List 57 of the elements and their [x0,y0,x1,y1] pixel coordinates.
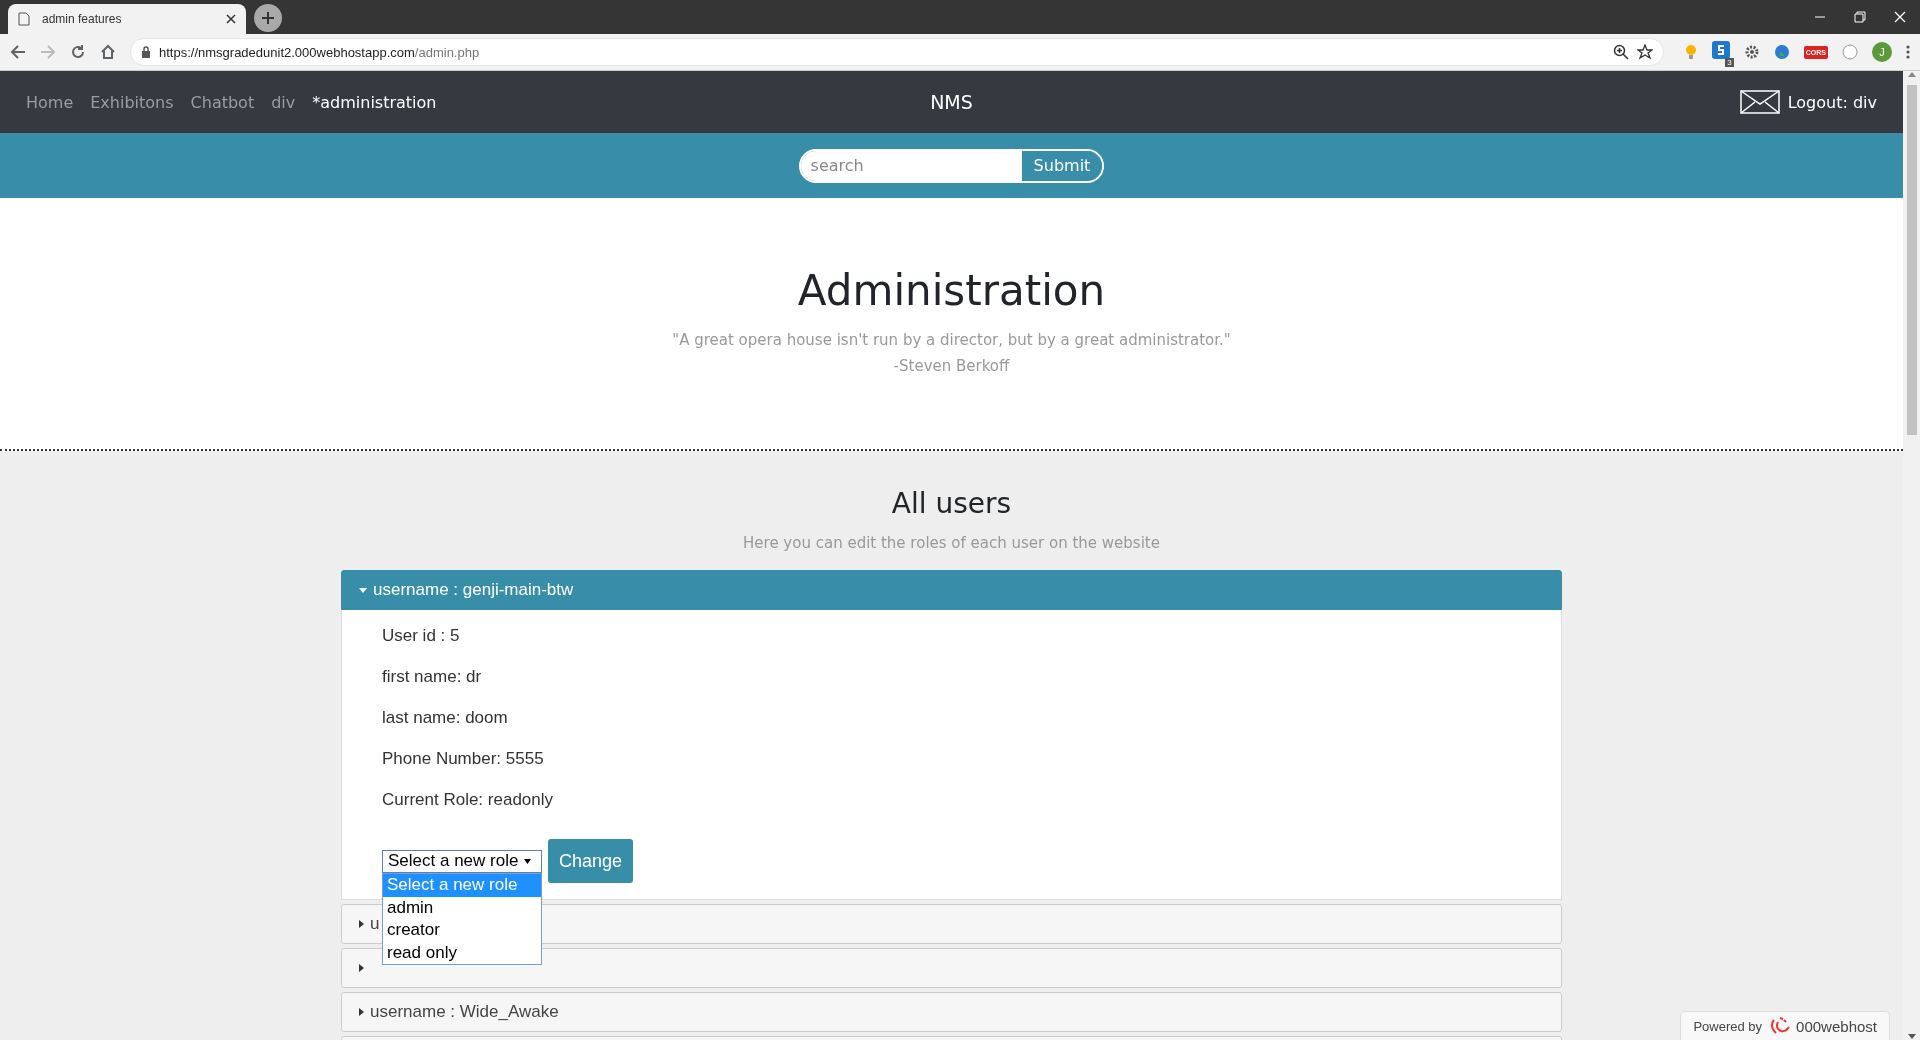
lock-icon [141,46,151,58]
nav-link[interactable]: Chatbot [190,92,255,112]
host-brand: 000webhost [1796,1017,1877,1035]
s-app-icon[interactable] [1711,41,1730,59]
dropdown-arrow-icon [524,858,532,864]
home-icon[interactable] [100,44,116,60]
nav-link[interactable]: Home [26,92,74,112]
dropdown-option[interactable]: creator [383,919,541,942]
nav-link[interactable]: Exhibitons [90,92,174,112]
section-subtitle: Here you can edit the roles of each user on the website [743,534,1160,552]
caret-right-icon [359,964,364,972]
extension-badge: 3 [1725,58,1734,67]
accordion-header[interactable]: username : Wide_Awake [341,992,1562,1032]
quote-author: -Steven Berkoff [892,356,1011,377]
page-title: Administration [797,266,1106,315]
username-label: username : genji-main-btw [373,580,574,600]
menu-icon[interactable] [1906,44,1910,60]
username-label: u [370,914,380,934]
gear-icon[interactable] [1743,44,1760,60]
new-tab-button[interactable] [254,4,282,32]
star-icon[interactable] [1636,44,1653,60]
close-icon[interactable] [226,14,236,24]
quote-text: "A great opera house isn't run by a director, but by a great administrator." [672,330,1231,351]
page-icon [18,12,30,26]
plus-icon [261,11,275,25]
globe-icon[interactable] [1773,44,1790,60]
dropdown-option[interactable]: read only [383,941,541,964]
site-brand[interactable]: NMS [643,91,1260,113]
role-select[interactable]: Select a new role [382,849,542,873]
nav-link[interactable]: *administration [312,92,437,112]
restore-icon[interactable] [1854,11,1866,23]
lightbulb-icon[interactable] [1683,43,1698,61]
envelope-icon[interactable] [1739,90,1780,114]
caret-right-icon [359,920,364,928]
user-detail: Current Role: readonly [382,790,555,810]
change-button[interactable]: Change [548,839,634,883]
nav-link[interactable]: div [271,92,296,112]
zoom-icon[interactable] [1612,44,1629,60]
user-detail: last name: doom [382,708,509,728]
scroll-down-icon[interactable] [1907,1034,1916,1040]
caret-down-icon [359,587,367,593]
username-label: username : Wide_Awake [370,1002,559,1022]
browser-tab[interactable]: admin features [8,4,246,34]
swirl-logo-icon [1768,1016,1791,1036]
hosting-badge[interactable]: Powered by 000webhost [1680,1011,1890,1040]
user-detail: User id : 5 [382,626,461,646]
logout-link[interactable]: Logout: div [1787,92,1877,112]
scrollbar-thumb[interactable] [1906,85,1917,435]
back-icon[interactable] [10,44,26,60]
reload-icon[interactable] [70,44,86,60]
accordion-header[interactable]: username : genji-main-btw [341,570,1562,610]
caret-right-icon [359,1008,364,1016]
powered-by-label: Powered by [1693,1018,1763,1034]
user-detail: Phone Number: 5555 [382,749,545,769]
user-detail: first name: dr [382,667,483,687]
address-bar[interactable]: https://nmsgradedunit2.000webhostapp.com/admin.php [130,38,1664,66]
section-title: All users [891,487,1012,520]
